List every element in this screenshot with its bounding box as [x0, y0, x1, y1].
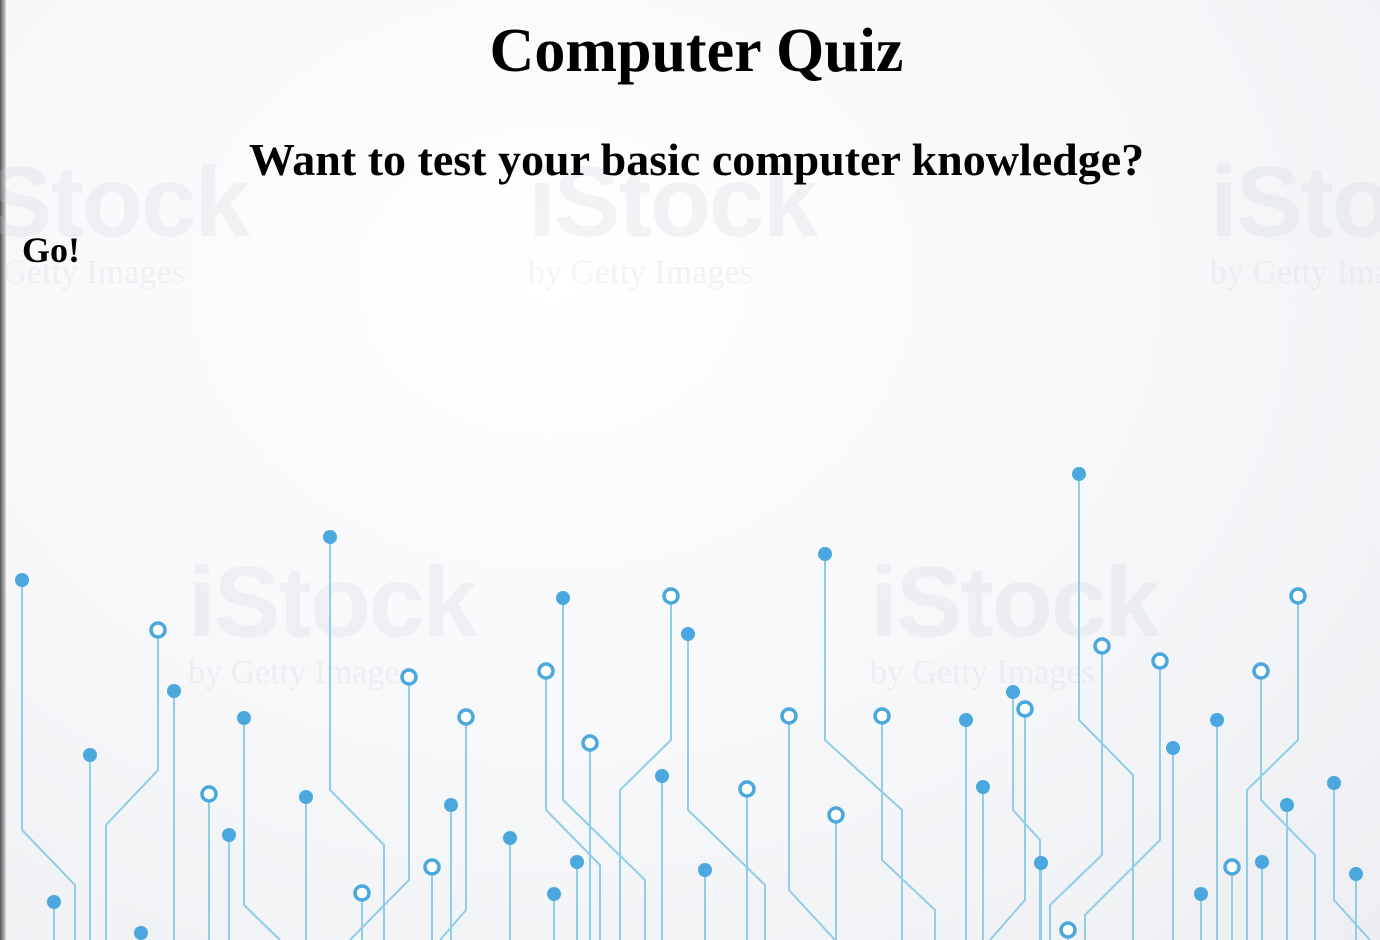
circuit-ring-node: [1252, 662, 1270, 680]
circuit-dot-node: [1072, 467, 1086, 481]
circuit-dot-node: [1349, 867, 1363, 881]
circuit-dot-node: [681, 627, 695, 641]
circuit-ring-node: [581, 734, 599, 752]
circuit-ring-node: [537, 662, 555, 680]
circuit-dot-node: [1194, 887, 1208, 901]
circuit-ring-node: [780, 707, 798, 725]
circuit-dot-node: [15, 573, 29, 587]
circuit-ring-node: [738, 780, 756, 798]
circuit-dot-node: [222, 828, 236, 842]
circuit-ring-node: [149, 621, 167, 639]
circuit-ring-node: [1059, 921, 1077, 939]
circuit-dot-node: [1006, 685, 1020, 699]
circuit-ring-node: [353, 884, 371, 902]
circuit-dot-node: [299, 790, 313, 804]
circuit-dot-node: [1034, 856, 1048, 870]
circuit-dot-node: [570, 855, 584, 869]
circuit-ring-node: [827, 806, 845, 824]
circuit-dot-node: [503, 831, 517, 845]
circuit-dot-node: [1166, 741, 1180, 755]
circuit-trace: [21, 580, 76, 940]
circuit-dot-node: [237, 711, 251, 725]
circuit-dot-node: [547, 887, 561, 901]
circuit-ring-node: [457, 708, 475, 726]
circuit-ring-node: [1016, 700, 1034, 718]
circuit-trace: [989, 709, 1026, 940]
circuit-trace: [329, 537, 385, 940]
circuit-trace: [881, 716, 936, 940]
circuit-dot-node: [444, 798, 458, 812]
circuit-ring-node: [1151, 652, 1169, 670]
circuit-dot-node: [818, 547, 832, 561]
circuit-ring-node: [873, 707, 891, 725]
circuit-trace: [1012, 692, 1041, 940]
circuit-dot-node: [959, 713, 973, 727]
circuit-ring-node: [662, 587, 680, 605]
circuit-dot-node: [976, 780, 990, 794]
circuit-dot-node: [1327, 776, 1341, 790]
circuit-trace: [243, 718, 281, 940]
circuit-trace: [105, 630, 159, 940]
page-subtitle: Want to test your basic computer knowled…: [248, 134, 1145, 185]
circuit-trace: [562, 598, 646, 940]
circuit-dot-node: [167, 684, 181, 698]
circuit-dot-node: [1280, 798, 1294, 812]
circuit-trace: [788, 716, 836, 940]
circuit-dot-node: [83, 748, 97, 762]
circuit-ring-node: [1223, 858, 1241, 876]
circuit-ring-node: [1289, 587, 1307, 605]
circuit-trace: [1246, 596, 1299, 940]
circuit-dot-node: [655, 769, 669, 783]
circuit-dot-node: [1210, 713, 1224, 727]
circuit-ring-node: [200, 785, 218, 803]
circuit-dot-node: [323, 530, 337, 544]
circuit-dot-node: [556, 591, 570, 605]
circuit-trace: [1084, 661, 1161, 940]
go-link[interactable]: Go!: [22, 228, 80, 272]
circuit-ring-node: [423, 858, 441, 876]
circuit-dot-node: [1255, 855, 1269, 869]
circuit-trace: [1049, 646, 1103, 940]
circuit-dot-node: [47, 895, 61, 909]
circuit-dot-node: [134, 926, 148, 940]
circuit-ring-node: [400, 668, 418, 686]
circuit-ring-node: [1093, 637, 1111, 655]
page-title: Computer Quiz: [489, 17, 904, 85]
circuit-trace: [439, 717, 467, 940]
circuit-trace: [1333, 783, 1371, 940]
circuit-dot-node: [698, 863, 712, 877]
